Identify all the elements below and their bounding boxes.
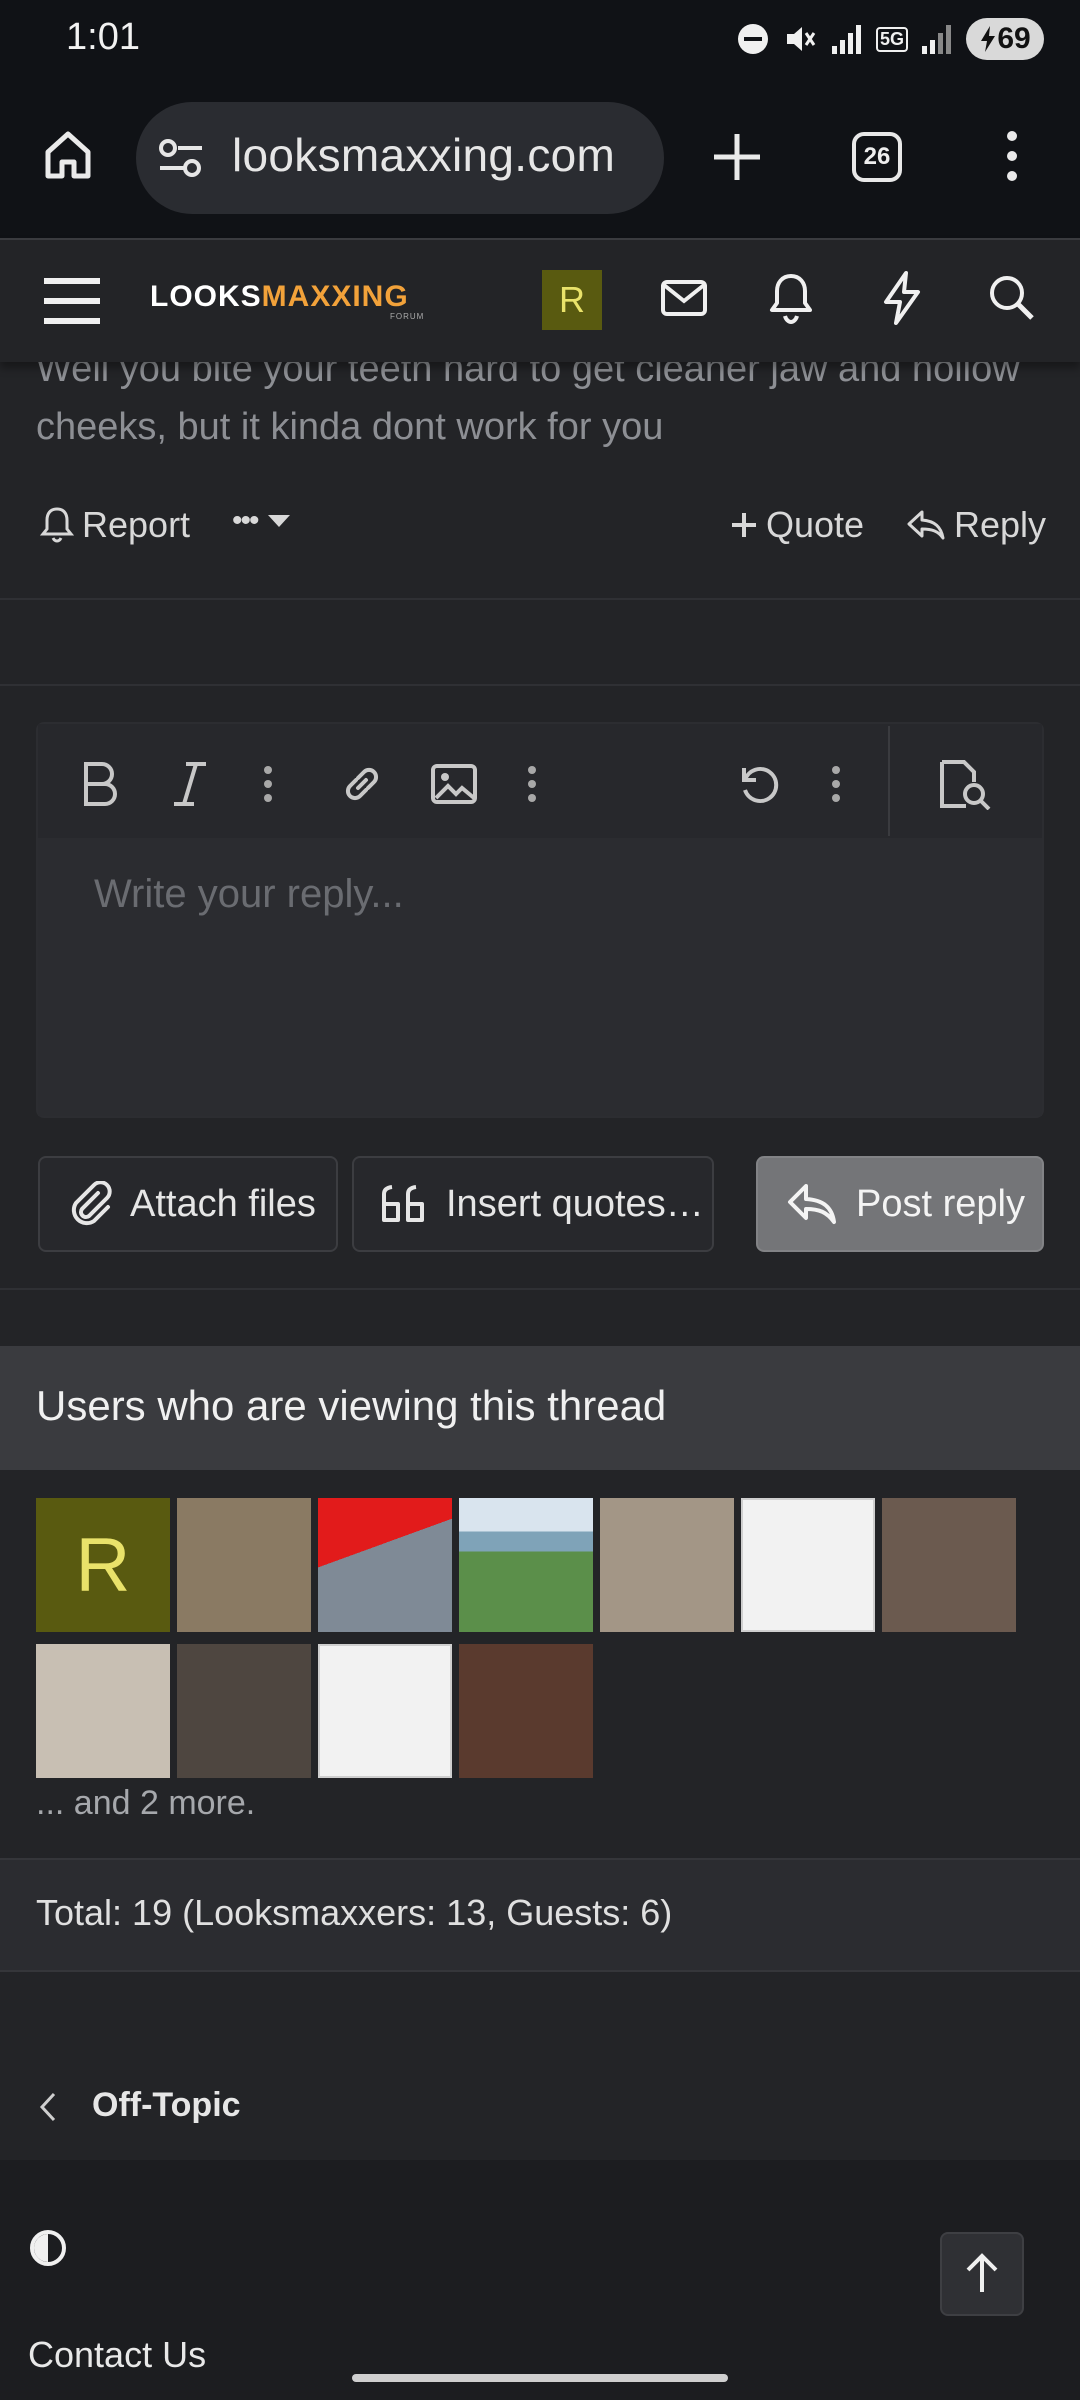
paperclip-icon xyxy=(71,1181,112,1226)
attach-files-button[interactable]: Attach files xyxy=(38,1156,338,1252)
report-label: Report xyxy=(82,504,191,545)
contact-us-link[interactable]: Contact Us xyxy=(28,2334,206,2376)
viewer-avatar-red-laser-man[interactable] xyxy=(318,1498,452,1632)
dropdown-arrow-icon xyxy=(267,515,290,527)
status-icons: 5G 69 xyxy=(736,14,1044,64)
viewer-avatar-cartoon-blonde[interactable] xyxy=(177,1498,311,1632)
more-edit-options-icon[interactable] xyxy=(830,764,842,804)
divider xyxy=(0,684,1080,686)
reply-arrow-icon xyxy=(788,1184,836,1224)
url-text[interactable]: looksmaxxing.com xyxy=(232,128,615,182)
browser-menu-icon[interactable] xyxy=(998,128,1026,184)
mute-icon xyxy=(782,21,818,57)
viewer-avatar-pink-hair-man[interactable] xyxy=(600,1498,734,1632)
arrow-up-icon xyxy=(966,2253,998,2292)
reply-arrow-icon xyxy=(907,510,945,540)
site-logo[interactable]: LOOKSMAXXING xyxy=(150,280,409,314)
dnd-icon xyxy=(736,22,770,56)
signal-icon xyxy=(830,22,864,56)
viewer-avatar-woman-brown-hair[interactable] xyxy=(882,1498,1016,1632)
inbox-icon[interactable] xyxy=(660,276,708,320)
chevron-left-icon[interactable] xyxy=(38,2090,60,2124)
site-settings-icon[interactable] xyxy=(156,136,206,180)
logo-text-orange: MAXXING xyxy=(261,280,409,313)
network-5g-icon: 5G xyxy=(875,26,908,52)
new-tab-icon[interactable] xyxy=(710,130,764,184)
insert-quotes-label: Insert quotes… xyxy=(446,1182,704,1225)
more-insert-options-icon[interactable] xyxy=(526,764,538,804)
whats-new-bolt-icon[interactable] xyxy=(880,270,924,326)
tab-switcher-button[interactable]: 26 xyxy=(852,132,902,182)
status-time: 1:01 xyxy=(66,16,140,58)
viewer-avatar-winged-statue[interactable] xyxy=(318,1644,452,1778)
home-indicator xyxy=(352,2374,728,2382)
user-avatar[interactable]: R xyxy=(542,270,602,330)
signal-icon-2 xyxy=(920,22,954,56)
hamburger-menu-icon[interactable] xyxy=(44,276,100,326)
viewer-avatar-mountain-valley[interactable] xyxy=(459,1498,593,1632)
and-more-text[interactable]: ... and 2 more. xyxy=(36,1784,255,1823)
home-icon[interactable] xyxy=(40,126,96,182)
total-viewers-text: Total: 19 (Looksmaxxers: 13, Guests: 6) xyxy=(36,1892,673,1933)
breadcrumb-offtopic[interactable]: Off-Topic xyxy=(92,2086,241,2125)
viewer-avatar-letter[interactable]: R xyxy=(36,1498,170,1632)
avatar-letter: R xyxy=(75,1522,131,1608)
post-reply-button[interactable]: Post reply xyxy=(756,1156,1044,1252)
bell-outline-icon xyxy=(40,507,74,543)
link-icon[interactable] xyxy=(338,760,386,808)
viewer-avatar-curly-hair[interactable] xyxy=(177,1644,311,1778)
battery-indicator: 69 xyxy=(966,18,1044,60)
italic-icon[interactable] xyxy=(170,760,210,808)
battery-level: 69 xyxy=(997,22,1031,55)
back-to-top-button[interactable] xyxy=(940,2232,1024,2316)
undo-icon[interactable] xyxy=(734,760,782,808)
quote-button[interactable]: Quote xyxy=(730,504,864,546)
more-text-options-icon[interactable] xyxy=(262,764,274,804)
bold-icon[interactable] xyxy=(80,760,120,808)
quote-label: Quote xyxy=(766,504,865,545)
divider xyxy=(0,598,1080,600)
image-icon[interactable] xyxy=(430,762,478,806)
logo-subtitle: FORUM xyxy=(390,312,425,321)
reply-label: Reply xyxy=(954,504,1047,545)
theme-toggle-icon[interactable] xyxy=(28,2228,68,2268)
viewer-avatar-sketch-portrait[interactable] xyxy=(741,1498,875,1632)
search-icon[interactable] xyxy=(986,272,1036,322)
charging-icon xyxy=(981,26,996,52)
post-reply-label: Post reply xyxy=(856,1182,1025,1225)
insert-quotes-button[interactable]: Insert quotes… xyxy=(352,1156,714,1252)
more-options-button[interactable]: ••• xyxy=(232,504,292,538)
bell-icon[interactable] xyxy=(768,272,814,324)
viewers-title: Users who are viewing this thread xyxy=(36,1382,667,1429)
report-button[interactable]: Report xyxy=(40,504,190,546)
logo-text-white: LOOKS xyxy=(150,280,262,313)
divider xyxy=(0,1288,1080,1290)
viewer-avatar-woman-dark-hair[interactable] xyxy=(459,1644,593,1778)
viewer-avatar-floral-dress[interactable] xyxy=(36,1644,170,1778)
plus-icon xyxy=(732,513,756,537)
toolbar-separator xyxy=(888,726,890,836)
quote-marks-icon xyxy=(382,1185,424,1222)
preview-icon[interactable] xyxy=(938,758,994,810)
reply-placeholder: Write your reply... xyxy=(94,872,404,916)
reply-button[interactable]: Reply xyxy=(906,504,1046,546)
attach-label: Attach files xyxy=(130,1182,316,1225)
more-dots: ••• xyxy=(232,504,259,537)
